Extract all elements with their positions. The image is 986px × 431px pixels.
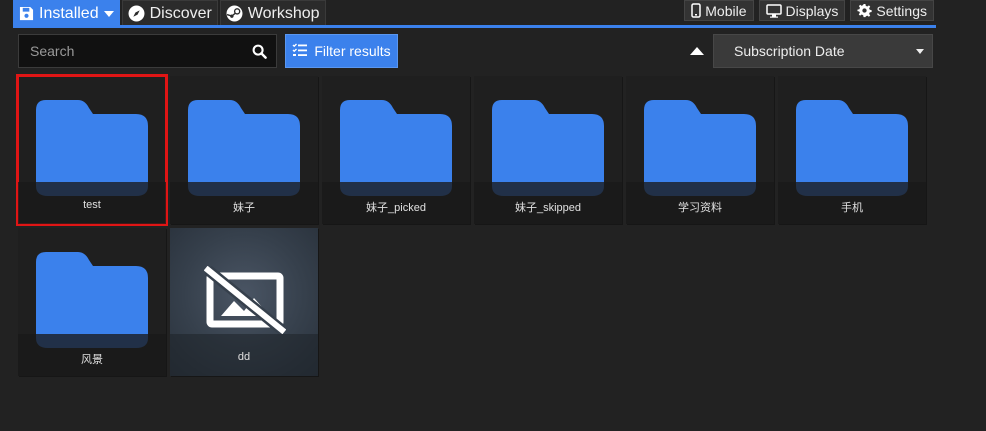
sort-select-value: Subscription Date: [734, 43, 845, 59]
mobile-label: Mobile: [705, 2, 747, 19]
displays-button[interactable]: Displays: [758, 0, 846, 21]
search-box: [18, 34, 277, 68]
item-label: test: [18, 182, 166, 224]
gear-icon: [857, 3, 873, 18]
main-tabs: Installed Discover Workshop: [13, 0, 326, 26]
floppy-disk-icon: [19, 6, 34, 21]
item-label: 妹子_picked: [322, 182, 470, 224]
filter-results-button[interactable]: Filter results: [285, 34, 398, 68]
item-label: dd: [170, 334, 318, 376]
mobile-icon: [691, 3, 701, 18]
tab-underline: [13, 25, 936, 28]
chevron-down-icon: [103, 10, 114, 18]
item-label: 妹子: [170, 182, 318, 224]
grid-item-folder[interactable]: test: [16, 74, 168, 226]
item-label: 风景: [18, 334, 166, 376]
settings-label: Settings: [876, 2, 927, 19]
grid-item-folder[interactable]: 妹子: [170, 76, 318, 224]
checklist-icon: [292, 42, 308, 60]
monitor-icon: [765, 3, 782, 18]
tab-discover[interactable]: Discover: [121, 0, 218, 26]
no-image-icon: [203, 265, 287, 339]
sort-direction-toggle[interactable]: [689, 44, 705, 58]
tab-label: Discover: [149, 4, 212, 22]
search-input[interactable]: [19, 35, 242, 67]
chevron-down-icon: [916, 48, 924, 54]
compass-icon: [128, 5, 145, 22]
grid-item-folder[interactable]: 学习资料: [626, 76, 774, 224]
search-icon[interactable]: [242, 35, 276, 67]
caret-up-icon: [689, 45, 705, 62]
steam-icon: [226, 5, 243, 22]
mobile-button[interactable]: Mobile: [684, 0, 754, 21]
tab-label: Installed: [39, 4, 99, 22]
grid-item-folder[interactable]: 风景: [18, 228, 166, 376]
tab-installed[interactable]: Installed: [13, 0, 120, 26]
top-actions: Mobile Displays Settings: [684, 0, 934, 21]
tab-label: Workshop: [247, 4, 320, 22]
sort-select[interactable]: Subscription Date: [713, 34, 933, 68]
displays-label: Displays: [785, 2, 839, 19]
grid-item-wallpaper[interactable]: dd: [170, 228, 318, 376]
item-label: 妹子_skipped: [474, 182, 622, 224]
grid-item-folder[interactable]: 妹子_skipped: [474, 76, 622, 224]
settings-button[interactable]: Settings: [850, 0, 934, 21]
grid-item-folder[interactable]: 手机: [778, 76, 926, 224]
grid-item-folder[interactable]: 妹子_picked: [322, 76, 470, 224]
item-label: 学习资料: [626, 182, 774, 224]
item-label: 手机: [778, 182, 926, 224]
filter-results-label: Filter results: [314, 43, 391, 59]
tab-workshop[interactable]: Workshop: [219, 0, 326, 26]
